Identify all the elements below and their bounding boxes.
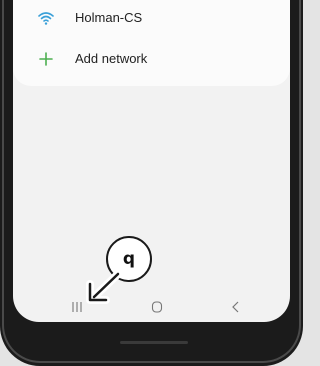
network-item-holman-cs[interactable]: Holman-CS bbox=[13, 0, 290, 36]
shortcut-key-label: q bbox=[122, 249, 136, 269]
add-network-label: Add network bbox=[75, 51, 148, 66]
plus-icon bbox=[37, 50, 55, 68]
hardware-home-bar bbox=[120, 341, 188, 344]
home-icon[interactable] bbox=[149, 299, 165, 315]
network-name: Holman-CS bbox=[75, 10, 143, 25]
add-network-item[interactable]: Add network bbox=[13, 41, 290, 77]
recents-icon[interactable] bbox=[69, 299, 85, 315]
wifi-icon bbox=[37, 9, 55, 27]
pointer-arrow-icon bbox=[86, 270, 122, 304]
wifi-network-list: Holman-CS Add network bbox=[13, 0, 290, 86]
back-icon[interactable] bbox=[228, 299, 244, 315]
device-screen: Holman-CS Add network bbox=[13, 0, 290, 322]
navigation-bar bbox=[13, 292, 290, 322]
